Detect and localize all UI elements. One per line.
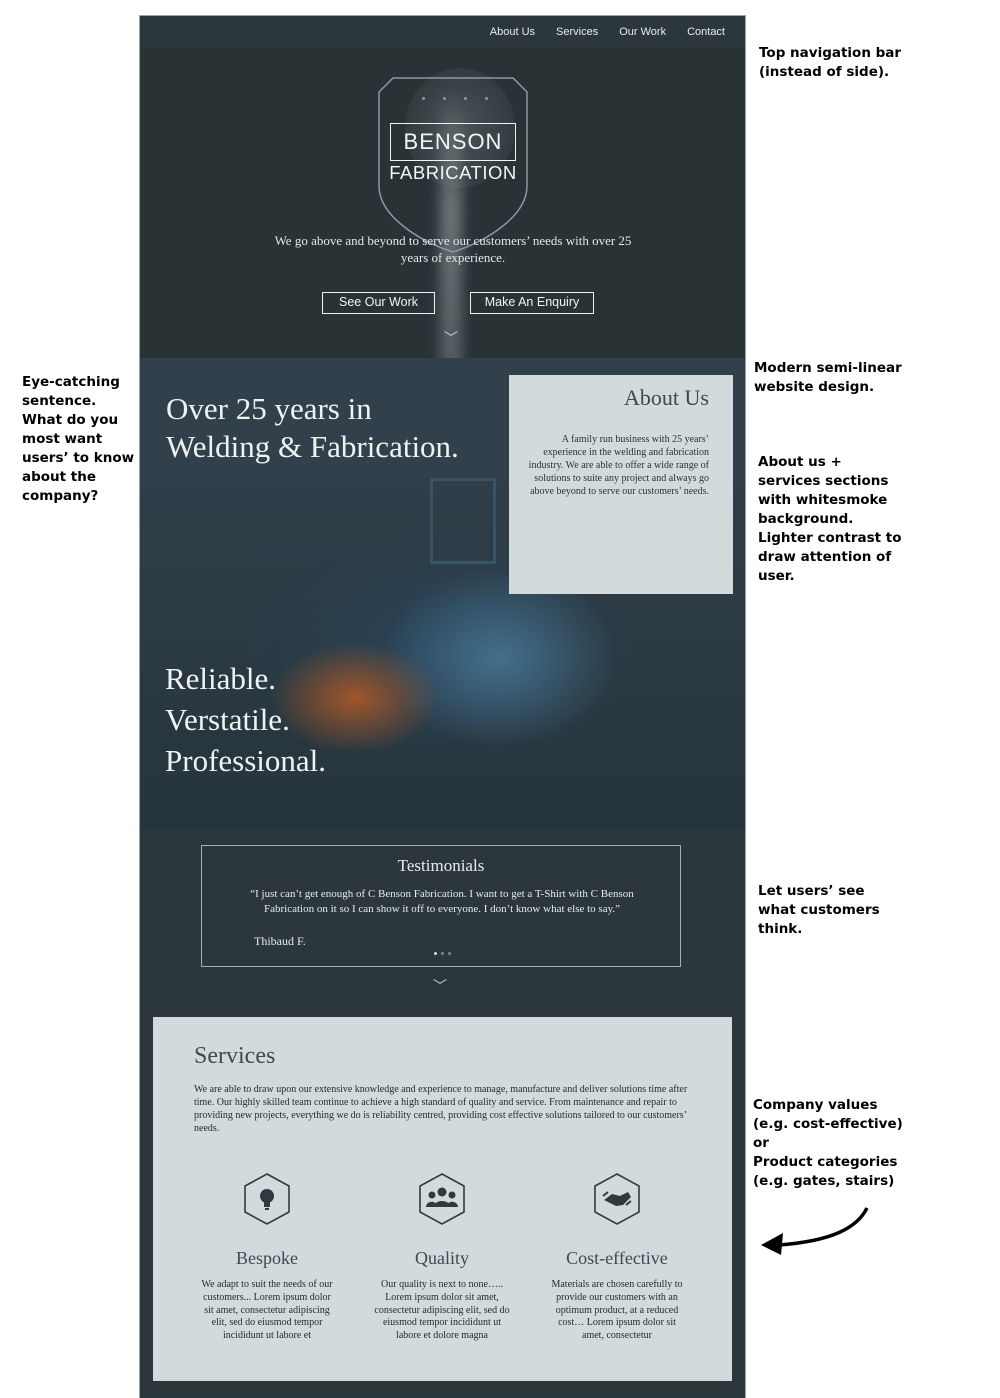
annotation-modern-design: Modern semi-linear website design. [754, 360, 902, 395]
services-panel: Services We are able to draw upon our ex… [153, 1017, 732, 1381]
scroll-down-chevron-icon-2[interactable]: ﹀ [433, 976, 447, 996]
testimonial-quote: “I just can’t get enough of C Benson Fab… [250, 888, 634, 915]
nav-item-contact[interactable]: Contact [687, 26, 725, 38]
annotation-company-values: Company values (e.g. cost-effective) or … [753, 1097, 903, 1189]
carousel-dots[interactable] [434, 952, 451, 955]
value-professional: Professional. [165, 743, 327, 778]
top-navigation-bar: About Us Services Our Work Contact [140, 16, 745, 49]
make-an-enquiry-button[interactable]: Make An Enquiry [470, 292, 594, 314]
about-us-title: About Us [624, 385, 709, 410]
testimonials-title: Testimonials [397, 856, 485, 875]
scroll-down-chevron-icon[interactable]: ﹀ [444, 328, 458, 348]
annotation-eye-catching: Eye-catching sentence. What do you most … [22, 374, 135, 504]
annotation-testimonials: Let users’ see what customers think. [758, 883, 880, 937]
testimonials-panel: Testimonials “I just can’t get enough of… [201, 845, 681, 967]
value-reliable: Reliable. [165, 661, 277, 696]
values-list: Reliable. Verstatile. Professional. [165, 658, 326, 781]
photo-window-detail [430, 478, 496, 564]
service-text-cost-effective: Materials are chosen carefully to provid… [551, 1279, 683, 1342]
service-card-cost-effective: Cost-effective Materials are chosen care… [542, 1172, 692, 1343]
services-intro: We are able to draw upon our extensive k… [194, 1084, 688, 1134]
about-us-panel: About Us A family run business with 25 y… [509, 375, 733, 594]
headline: Over 25 years in Welding & Fabrication. [166, 391, 459, 464]
nav-item-about-us[interactable]: About Us [490, 26, 535, 38]
value-versatile: Verstatile. [165, 702, 290, 737]
service-title-bespoke: Bespoke [236, 1248, 298, 1268]
handshake-icon [594, 1173, 640, 1225]
annotation-about-services: About us + services sections with whites… [758, 454, 902, 584]
curved-arrow-icon [761, 1207, 869, 1255]
about-us-body: A family run business with 25 years’ exp… [528, 434, 709, 497]
brand-name-top: BENSON [390, 123, 516, 161]
logo-dots [422, 97, 488, 100]
service-title-quality: Quality [415, 1248, 469, 1268]
website-mockup: About Us Services Our Work Contact BENSO… [140, 16, 745, 1398]
hero-tagline: We go above and beyond to serve our cust… [274, 233, 632, 265]
intro-section: Over 25 years in Welding & Fabrication. … [140, 358, 745, 830]
services-title: Services [194, 1043, 276, 1069]
lightbulb-icon [244, 1173, 290, 1225]
annotation-nav: Top navigation bar (instead of side). [759, 45, 902, 80]
service-card-bespoke: Bespoke We adapt to suit the needs of ou… [192, 1172, 342, 1343]
brand-name-bottom: FABRICATION [389, 162, 517, 183]
service-card-quality: Quality Our quality is next to none….. L… [367, 1172, 517, 1343]
see-our-work-button[interactable]: See Our Work [322, 292, 435, 314]
service-text-bespoke: We adapt to suit the needs of our custom… [201, 1279, 333, 1342]
nav-item-services[interactable]: Services [556, 26, 598, 38]
nav-item-our-work[interactable]: Our Work [619, 26, 666, 38]
service-title-cost-effective: Cost-effective [566, 1248, 668, 1268]
people-icon [419, 1173, 465, 1225]
hero-section: BENSON FABRICATION We go above and beyon… [140, 48, 745, 388]
service-text-quality: Our quality is next to none….. Lorem ips… [374, 1279, 510, 1342]
testimonial-author: Thibaud F. [254, 934, 306, 948]
